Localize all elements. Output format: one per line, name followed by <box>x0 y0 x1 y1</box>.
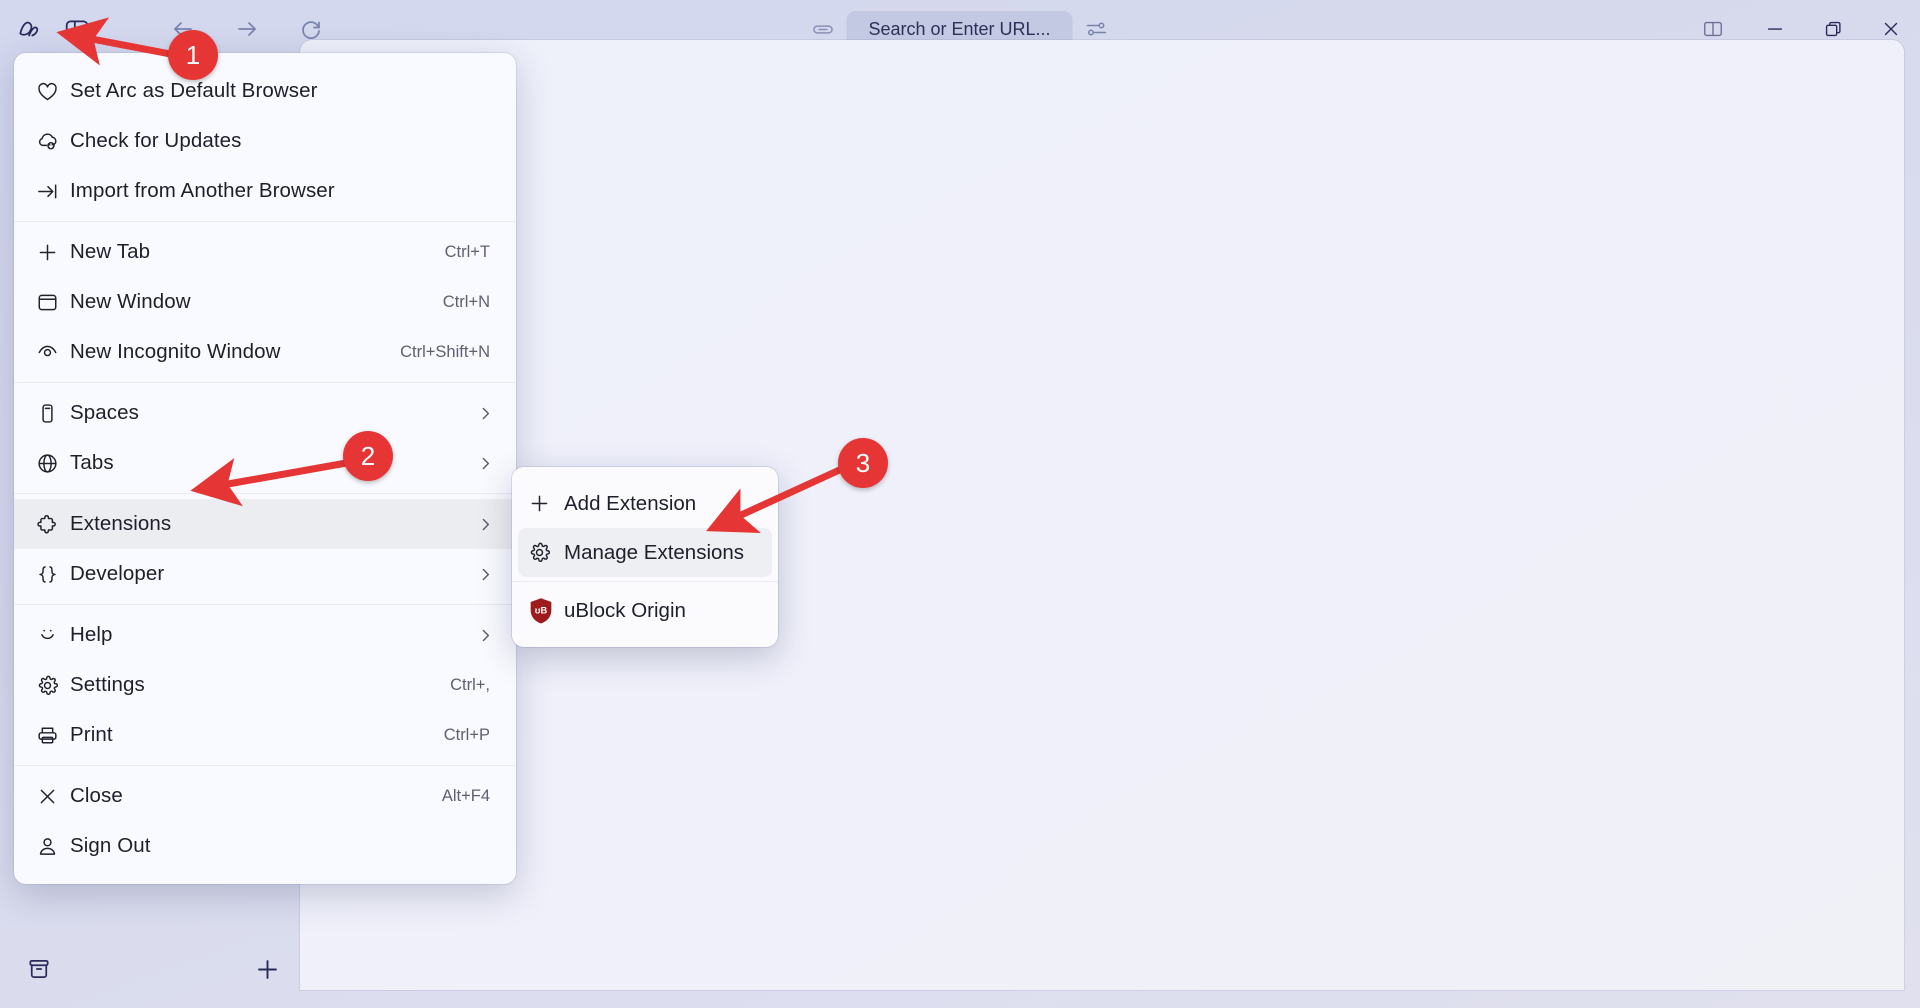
menu-item-shortcut: Ctrl+Shift+N <box>400 342 490 361</box>
chevron-right-icon <box>477 566 502 583</box>
menu-item-label: New Tab <box>70 240 151 263</box>
chevron-right-icon <box>477 516 502 533</box>
new-tab-plus-icon[interactable] <box>248 950 286 988</box>
menu-item-new-tab[interactable]: New Tab Ctrl+T <box>14 227 516 277</box>
menu-item-shortcut: Alt+F4 <box>441 786 490 805</box>
menu-item-close[interactable]: Close Alt+F4 <box>14 771 516 821</box>
menu-item-label: Close <box>70 784 123 807</box>
menu-item-sign-out[interactable]: Sign Out <box>14 821 516 871</box>
callout-badge-1: 1 <box>168 30 218 80</box>
menu-item-settings[interactable]: Settings Ctrl+, <box>14 660 516 710</box>
arc-main-menu: Set Arc as Default Browser Check for Upda… <box>14 53 516 884</box>
menu-item-new-window[interactable]: New Window Ctrl+N <box>14 277 516 327</box>
menu-group: Help Settings Ctrl+, Print Ctrl+P <box>14 604 516 765</box>
person-icon <box>36 835 70 858</box>
menu-item-label: Settings <box>70 673 145 696</box>
archive-icon[interactable] <box>20 950 58 988</box>
submenu-item-label: uBlock Origin <box>564 598 686 622</box>
submenu-item-ublock-origin[interactable]: ʊB uBlock Origin <box>518 586 772 635</box>
menu-group: New Tab Ctrl+T New Window Ctrl+N New Incogni… <box>14 221 516 382</box>
chevron-right-icon <box>477 405 502 422</box>
ublock-origin-icon: ʊB <box>528 597 564 625</box>
menu-item-label: Spaces <box>70 401 139 424</box>
menu-item-label: Help <box>70 623 113 646</box>
puzzle-icon <box>36 513 70 536</box>
sidebar-toggle-icon[interactable] <box>64 10 90 48</box>
extensions-submenu: Add Extension Manage Extensions ʊB uBlock O… <box>512 467 778 647</box>
x-icon <box>36 785 70 808</box>
menu-item-label: Tabs <box>70 451 114 474</box>
menu-item-shortcut: Ctrl+T <box>444 242 490 261</box>
menu-item-developer[interactable]: Developer <box>14 549 516 599</box>
submenu-item-add-extension[interactable]: Add Extension <box>518 479 772 528</box>
menu-item-tabs[interactable]: Tabs <box>14 438 516 488</box>
arc-browser-window: Search or Enter URL... Set Arc as Defaul… <box>0 0 1920 1008</box>
menu-item-label: Import from Another Browser <box>70 179 335 202</box>
submenu-group: ʊB uBlock Origin <box>512 581 778 639</box>
callout-badge-3: 3 <box>838 438 888 488</box>
menu-item-import-from-another-browser[interactable]: Import from Another Browser <box>14 166 516 216</box>
submenu-item-label: Add Extension <box>564 491 697 515</box>
heart-icon <box>36 80 70 103</box>
menu-item-print[interactable]: Print Ctrl+P <box>14 710 516 760</box>
cloud-download-icon <box>36 130 70 153</box>
menu-item-label: Extensions <box>70 512 172 535</box>
sidebar-footer <box>0 930 300 1008</box>
braces-icon <box>36 563 70 586</box>
import-arrow-icon <box>36 180 70 203</box>
menu-item-spaces[interactable]: Spaces <box>14 388 516 438</box>
menu-item-label: Set Arc as Default Browser <box>70 79 318 102</box>
spaces-icon <box>36 402 70 425</box>
link-icon[interactable] <box>811 18 834 41</box>
menu-item-label: New Incognito Window <box>70 340 281 363</box>
svg-text:ʊB: ʊB <box>535 605 548 615</box>
incognito-eye-icon <box>36 341 70 364</box>
plus-icon <box>528 492 564 515</box>
smiley-icon <box>36 624 70 647</box>
chevron-right-icon <box>477 455 502 472</box>
sliders-icon[interactable] <box>1085 17 1109 41</box>
menu-group: Spaces Tabs <box>14 382 516 493</box>
submenu-item-label: Manage Extensions <box>564 540 745 564</box>
menu-item-shortcut: Ctrl+P <box>443 725 490 744</box>
globe-icon <box>36 452 70 475</box>
arc-logo-icon[interactable] <box>16 10 42 48</box>
titlebar-left-controls <box>0 10 320 48</box>
menu-item-shortcut: Ctrl+, <box>450 675 490 694</box>
plus-icon <box>36 241 70 264</box>
menu-item-label: Print <box>70 723 113 746</box>
submenu-item-manage-extensions[interactable]: Manage Extensions <box>518 528 772 577</box>
menu-item-label: Sign Out <box>70 834 151 857</box>
menu-item-extensions[interactable]: Extensions <box>14 499 516 549</box>
gear-icon <box>528 541 564 564</box>
callout-badge-2: 2 <box>343 431 393 481</box>
menu-item-label: New Window <box>70 290 191 313</box>
window-icon <box>36 291 70 314</box>
menu-item-label: Developer <box>70 562 165 585</box>
menu-item-check-for-updates[interactable]: Check for Updates <box>14 116 516 166</box>
menu-group: Extensions Developer <box>14 493 516 604</box>
chevron-right-icon <box>477 627 502 644</box>
arrow-right-icon[interactable] <box>228 10 266 48</box>
menu-group: Set Arc as Default Browser Check for Upda… <box>14 61 516 221</box>
gear-icon <box>36 674 70 697</box>
menu-item-label: Check for Updates <box>70 129 242 152</box>
submenu-group: Add Extension Manage Extensions <box>512 475 778 581</box>
printer-icon <box>36 724 70 747</box>
menu-item-new-incognito-window[interactable]: New Incognito Window Ctrl+Shift+N <box>14 327 516 377</box>
menu-group: Close Alt+F4 Sign Out <box>14 765 516 876</box>
menu-item-help[interactable]: Help <box>14 610 516 660</box>
menu-item-set-arc-as-default-browser[interactable]: Set Arc as Default Browser <box>14 66 516 116</box>
menu-item-shortcut: Ctrl+N <box>442 292 490 311</box>
